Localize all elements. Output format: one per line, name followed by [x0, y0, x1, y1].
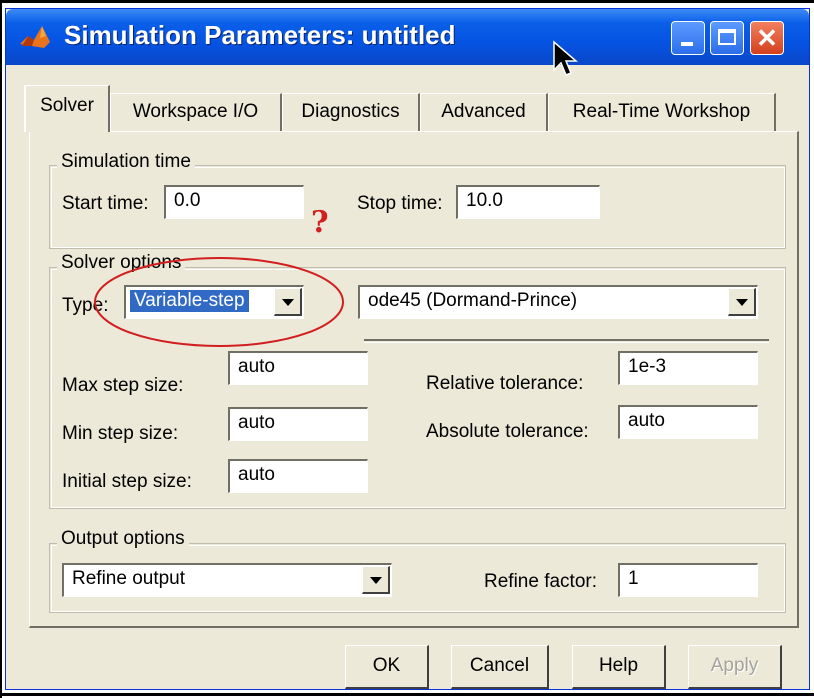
stop-time-field[interactable]: 10.0 [456, 185, 600, 219]
initial-step-field[interactable]: auto [228, 459, 368, 493]
cancel-button[interactable]: Cancel [451, 645, 549, 689]
output-mode-dropdown[interactable]: Refine output [62, 563, 392, 597]
maximize-button[interactable] [710, 21, 744, 55]
solver-method-dropdown[interactable]: ode45 (Dormand-Prince) [358, 285, 758, 319]
matlab-logo-icon [20, 26, 50, 48]
minimize-icon [681, 42, 693, 46]
tab-strip: Solver Workspace I/O Diagnostics Advance… [6, 81, 809, 132]
refine-factor-label: Refine factor: [484, 571, 597, 592]
red-ellipse-annotation [94, 257, 344, 347]
tab-workspace-io[interactable]: Workspace I/O [110, 93, 282, 131]
refine-factor-field[interactable]: 1 [618, 563, 758, 597]
output-mode-value: Refine output [72, 568, 186, 589]
question-mark-annotation: ? [311, 205, 329, 240]
max-step-field[interactable]: auto [228, 351, 368, 385]
mouse-pointer-icon [553, 40, 579, 76]
tab-real-time-workshop[interactable]: Real-Time Workshop [548, 93, 776, 131]
tab-diagnostics[interactable]: Diagnostics [282, 93, 420, 131]
solver-method-value: ode45 (Dormand-Prince) [368, 290, 578, 311]
close-icon: ✕ [756, 23, 778, 53]
page-border-left [0, 0, 2, 698]
title-bar[interactable]: Simulation Parameters: untitled ✕ [6, 9, 809, 65]
help-button[interactable]: Help [572, 645, 666, 689]
output-options-legend: Output options [57, 528, 189, 550]
start-time-field[interactable]: 0.0 [164, 185, 304, 219]
maximize-icon [718, 29, 736, 45]
relative-tolerance-label: Relative tolerance: [426, 373, 584, 394]
stop-time-label: Stop time: [357, 193, 443, 214]
absolute-tolerance-label: Absolute tolerance: [426, 421, 589, 442]
tab-advanced[interactable]: Advanced [420, 93, 548, 131]
window-title: Simulation Parameters: untitled [64, 20, 456, 50]
apply-button[interactable]: Apply [688, 645, 782, 689]
initial-step-label: Initial step size: [62, 471, 192, 492]
absolute-tolerance-field[interactable]: auto [618, 405, 758, 439]
chevron-down-icon[interactable] [362, 566, 390, 594]
page-border-top [0, 0, 814, 3]
min-step-label: Min step size: [62, 423, 179, 444]
start-time-label: Start time: [62, 193, 149, 214]
relative-tolerance-field[interactable]: 1e-3 [618, 351, 758, 385]
max-step-label: Max step size: [62, 375, 184, 396]
close-button[interactable]: ✕ [750, 21, 784, 55]
solver-separator [364, 339, 769, 343]
tab-solver[interactable]: Solver [24, 85, 110, 132]
page-border-bottom [0, 693, 814, 696]
min-step-field[interactable]: auto [228, 407, 368, 441]
simulation-time-legend: Simulation time [57, 151, 195, 173]
ok-button[interactable]: OK [345, 645, 429, 689]
chevron-down-icon[interactable] [728, 288, 756, 316]
minimize-button[interactable] [671, 21, 705, 55]
